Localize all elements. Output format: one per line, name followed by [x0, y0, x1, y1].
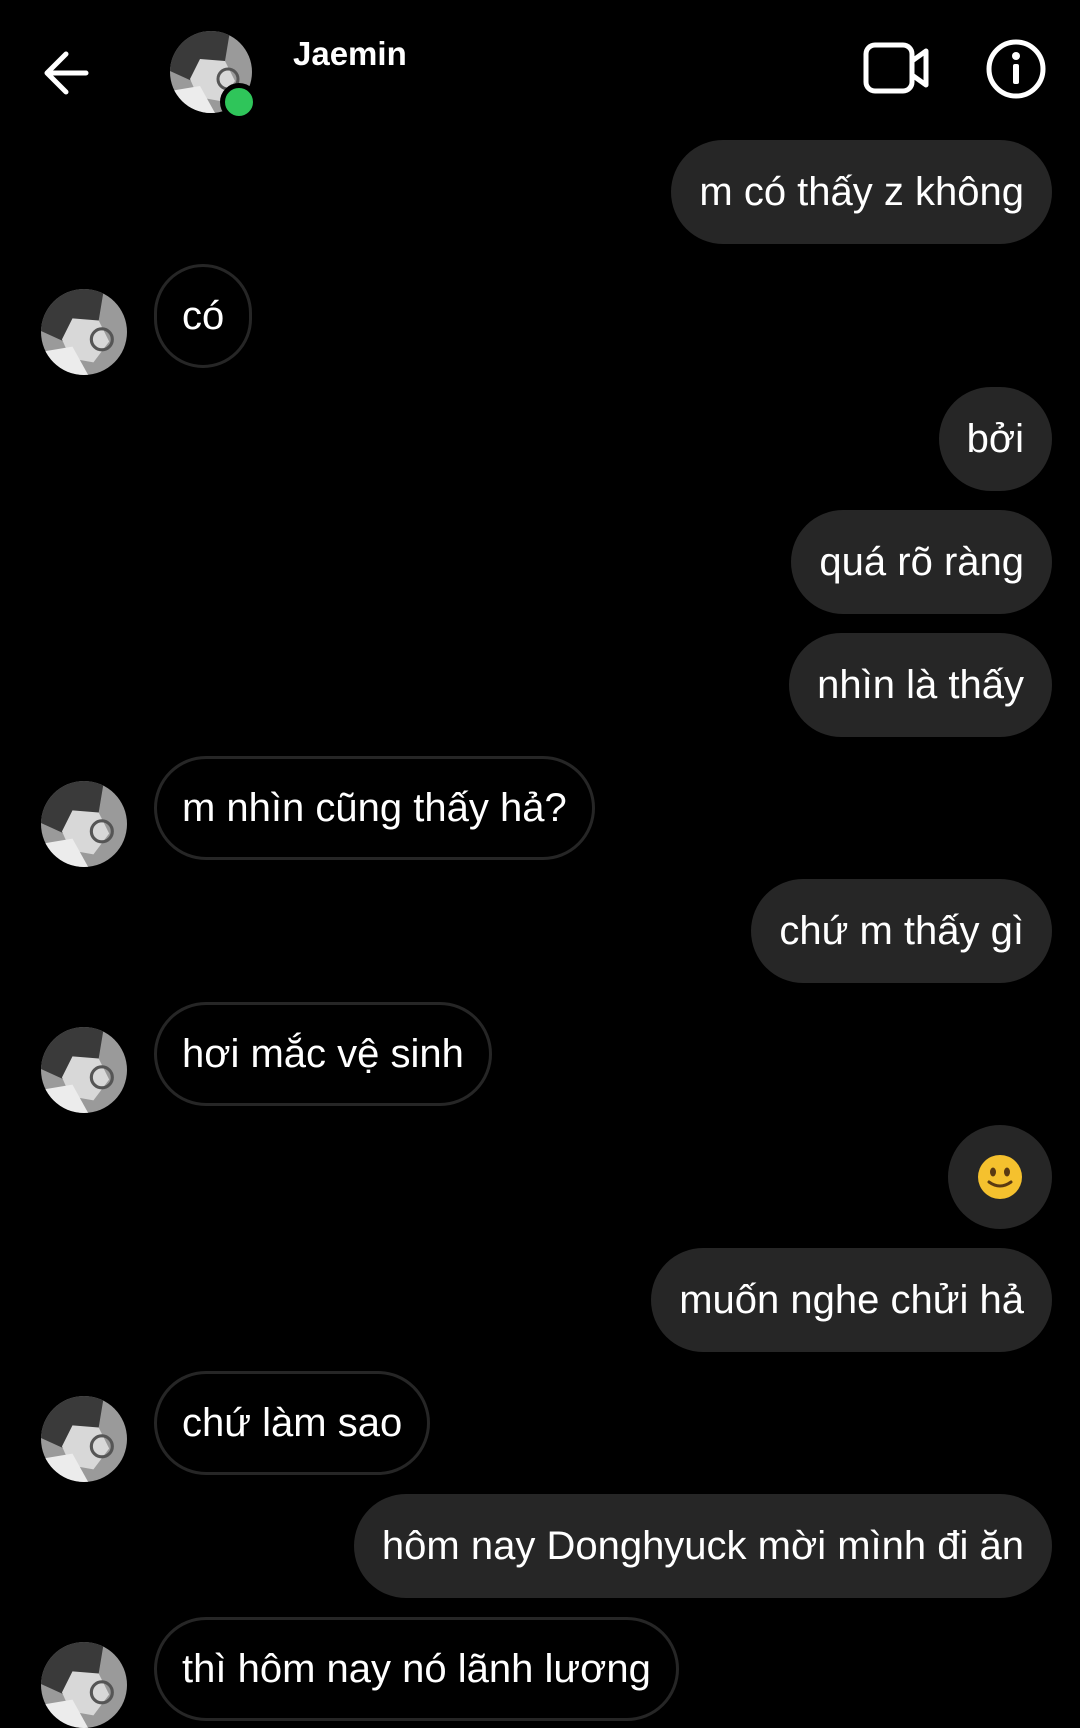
- incoming-message[interactable]: có: [154, 264, 253, 368]
- slightly-smiling-face-icon: [978, 1155, 1022, 1199]
- sender-avatar[interactable]: [41, 1396, 127, 1482]
- sender-avatar[interactable]: [41, 1642, 127, 1728]
- outgoing-message[interactable]: m có thấy z không: [671, 140, 1052, 244]
- outgoing-message[interactable]: nhìn là thấy: [789, 633, 1052, 737]
- incoming-message[interactable]: m nhìn cũng thấy hả?: [154, 756, 595, 860]
- incoming-message[interactable]: chứ làm sao: [154, 1371, 431, 1475]
- avatar: [41, 1396, 127, 1482]
- outgoing-message[interactable]: bởi: [938, 387, 1052, 491]
- chat-header: Jaemin: [0, 0, 1080, 130]
- contact-avatar[interactable]: [170, 31, 258, 121]
- incoming-message[interactable]: thì hôm nay nó lãnh lương: [154, 1617, 679, 1721]
- avatar: [41, 289, 127, 375]
- sender-avatar[interactable]: [41, 781, 127, 867]
- outgoing-message[interactable]: chứ m thấy gì: [751, 879, 1052, 983]
- outgoing-message[interactable]: muốn nghe chửi hả: [651, 1248, 1052, 1352]
- video-call-button[interactable]: [862, 40, 932, 96]
- sender-avatar[interactable]: [41, 289, 127, 375]
- conversation-info-button[interactable]: [985, 38, 1047, 100]
- outgoing-emoji-message[interactable]: [948, 1125, 1052, 1229]
- incoming-message[interactable]: hơi mắc vệ sinh: [154, 1002, 492, 1106]
- outgoing-message[interactable]: hôm nay Donghyuck mời mình đi ăn: [353, 1494, 1052, 1598]
- avatar: [41, 1642, 127, 1728]
- info-icon: [986, 39, 1046, 99]
- back-button[interactable]: [38, 44, 94, 100]
- sender-avatar[interactable]: [41, 1027, 127, 1113]
- outgoing-message[interactable]: quá rõ ràng: [791, 510, 1052, 614]
- contact-name[interactable]: Jaemin: [293, 34, 407, 74]
- avatar: [41, 1027, 127, 1113]
- avatar: [41, 781, 127, 867]
- arrow-left-icon: [44, 51, 89, 95]
- online-status-dot: [220, 83, 258, 121]
- video-camera-icon: [863, 42, 929, 94]
